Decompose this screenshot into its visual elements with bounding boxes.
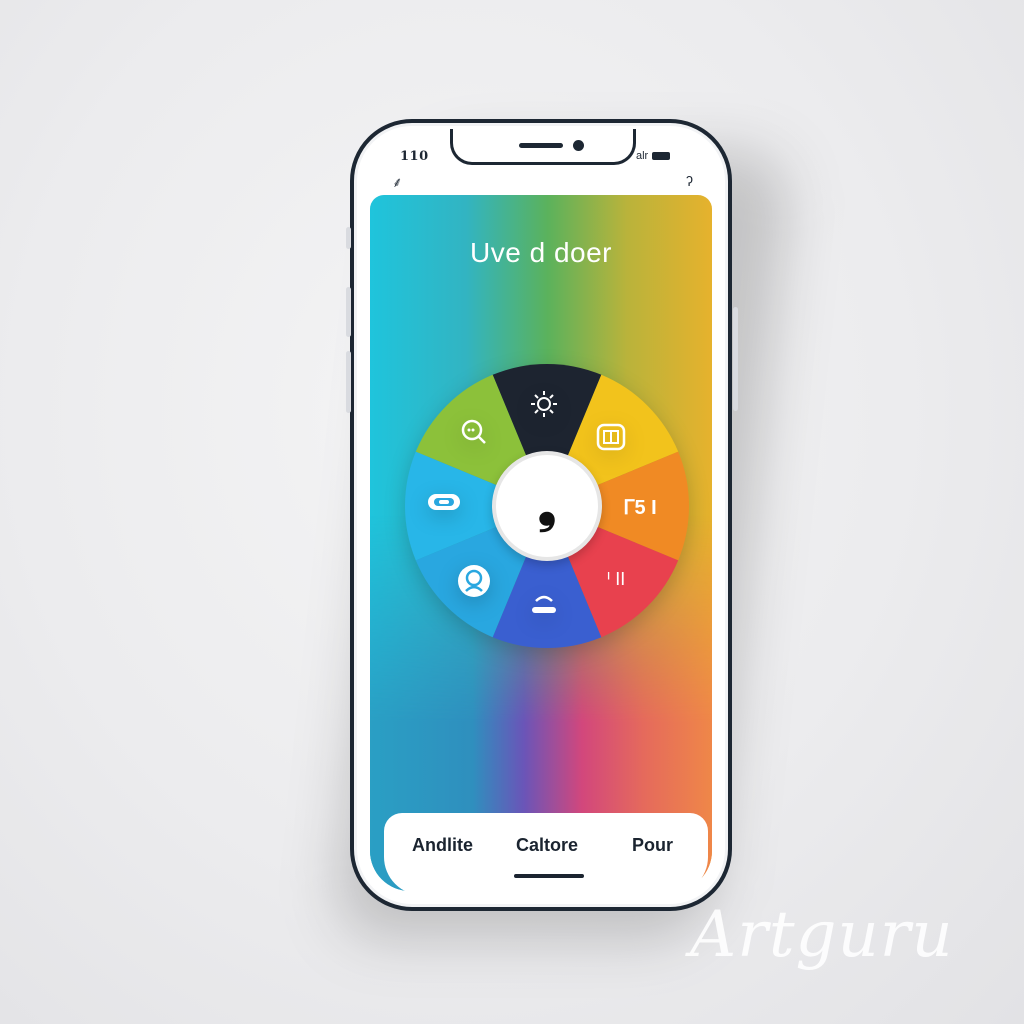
watermark-logo: Artguru: [690, 898, 954, 972]
home-indicator[interactable]: [514, 874, 584, 878]
calendar-icon[interactable]: [594, 419, 634, 451]
app-screen: Uve d doer ᒥ5 I ᑊ II ❟: [370, 195, 712, 891]
phone-frame: 110 alr ⸙ ʔ Uve d doer ᒥ5 I ᑊ II ❟ Andli…: [346, 119, 738, 911]
center-glyph: ❟: [537, 477, 557, 534]
battery-icon[interactable]: [426, 491, 466, 523]
back-arrow-icon[interactable]: ⸙: [392, 173, 403, 192]
text-icon[interactable]: ᒥ5 I: [620, 491, 660, 523]
tab-caltore[interactable]: Caltore: [516, 835, 578, 856]
battery-icon: [652, 152, 671, 160]
menu-icon[interactable]: ʔ: [686, 173, 693, 189]
search-chat-icon[interactable]: [459, 417, 499, 449]
side-button-mute[interactable]: [346, 227, 351, 249]
tab-pour[interactable]: Pour: [632, 835, 673, 856]
notch: [450, 129, 636, 165]
side-button-volume-down[interactable]: [346, 351, 351, 413]
chart-icon[interactable]: ᑊ II: [596, 563, 636, 595]
bottom-tab-bar: Andlite Caltore Pour: [384, 813, 708, 895]
tab-andlite[interactable]: Andlite: [412, 835, 473, 856]
sun-icon[interactable]: [529, 389, 569, 421]
side-button-power[interactable]: [733, 307, 738, 411]
phone-icon[interactable]: [527, 589, 567, 621]
side-button-volume-up[interactable]: [346, 287, 351, 337]
status-signal-text: alr: [636, 150, 649, 162]
camera: [573, 140, 584, 151]
wheel-center-button[interactable]: ❟: [492, 451, 602, 561]
status-indicators: alr: [636, 150, 671, 162]
status-time: 110: [400, 149, 429, 164]
page-title: Uve d doer: [470, 237, 612, 268]
speaker: [519, 143, 563, 148]
category-wheel: ᒥ5 I ᑊ II ❟: [404, 363, 690, 649]
person-icon[interactable]: [456, 563, 496, 597]
